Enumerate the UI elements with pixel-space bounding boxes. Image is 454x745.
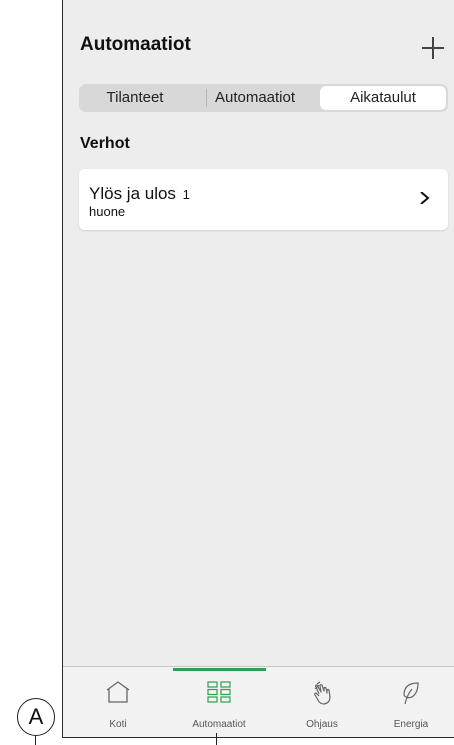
home-icon <box>106 681 130 703</box>
tab-ohjaus[interactable]: Ohjaus <box>274 667 370 737</box>
hand-touch-icon <box>314 681 331 705</box>
active-tab-indicator <box>173 668 266 671</box>
leaf-icon <box>403 682 419 705</box>
grid-icon <box>207 681 231 703</box>
tab-koti[interactable]: Koti <box>70 667 166 737</box>
card-count: 1 <box>182 187 190 202</box>
tab-bar: Koti Automaatiot Ohjaus Energia <box>63 666 454 737</box>
card-subtitle: huone <box>89 204 126 219</box>
segment-tilanteet[interactable]: Tilanteet <box>79 84 191 112</box>
tab-energia[interactable]: Energia <box>368 667 454 737</box>
segment-aikataulut[interactable]: Aikataulut <box>320 86 446 110</box>
tab-label-koti: Koti <box>109 719 127 730</box>
tab-label-automaatiot: Automaatiot <box>192 719 246 730</box>
annotation-marker: A <box>17 698 55 736</box>
segment-automaatiot[interactable]: Automaatiot <box>191 84 319 112</box>
page-title: Automaatiot <box>80 34 191 55</box>
plus-icon[interactable] <box>422 37 444 59</box>
card-title: Ylös ja ulos 1 <box>89 184 190 204</box>
annotation-leader-line <box>35 736 36 745</box>
tab-automaatiot[interactable]: Automaatiot <box>171 667 267 737</box>
tab-label-energia: Energia <box>393 719 429 730</box>
tab-label-ohjaus: Ohjaus <box>306 719 338 730</box>
schedule-card[interactable]: Ylös ja ulos 1 huone <box>79 169 448 230</box>
annotation-pointer-line <box>216 733 217 745</box>
chevron-right-icon[interactable] <box>418 192 430 204</box>
card-title-text: Ylös ja ulos <box>89 184 176 203</box>
app-screen: Automaatiot Tilanteet Automaatiot Aikata… <box>62 0 454 738</box>
section-title: Verhot <box>80 135 130 152</box>
segmented-control: Tilanteet Automaatiot Aikataulut <box>79 84 448 112</box>
